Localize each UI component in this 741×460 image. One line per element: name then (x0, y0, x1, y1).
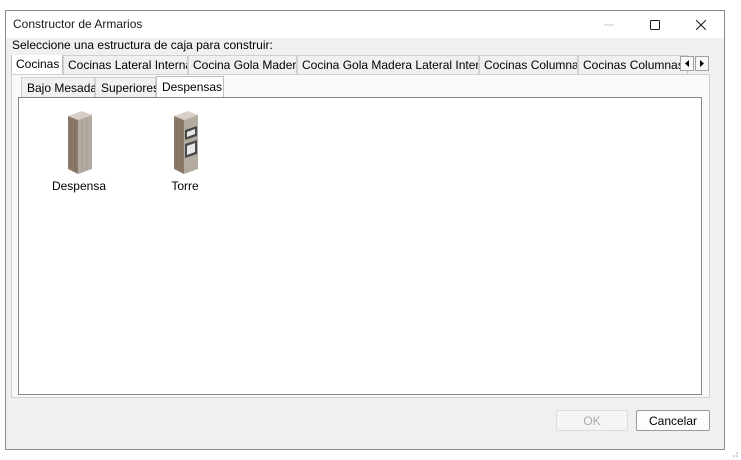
minimize-icon (604, 24, 614, 25)
close-button[interactable] (678, 11, 724, 38)
tab-cocina-gola-madera-lateral-interna[interactable]: Cocina Gola Madera Lateral Interna (297, 55, 479, 74)
tab-cocinas-columnas[interactable]: Cocinas Columnas (479, 55, 578, 74)
oven-tower-cabinet-icon (174, 111, 198, 174)
maximize-icon (650, 19, 660, 30)
tab-bajo-mesada[interactable]: Bajo Mesada (21, 77, 97, 97)
cancel-button[interactable]: Cancelar (636, 410, 710, 431)
tab-scroll-left-button[interactable] (680, 56, 694, 71)
arrow-right-icon (700, 60, 704, 67)
title-bar[interactable]: Constructor de Armarios (6, 11, 724, 38)
tab-despensas[interactable]: Despensas (156, 76, 224, 98)
instruction-label: Seleccione una estructura de caja para c… (12, 38, 273, 52)
tab-cocinas[interactable]: Cocinas (11, 55, 63, 74)
top-tab-strip: Cocinas Cocinas Lateral Interna Cocina G… (11, 55, 699, 74)
resize-grip-icon[interactable] (731, 450, 739, 458)
tab-cocinas-columnas-la[interactable]: Cocinas Columnas La (578, 55, 688, 74)
list-item-despensa[interactable]: Despensa (44, 110, 114, 193)
tab-scroll-right-button[interactable] (695, 56, 709, 71)
item-label-torre: Torre (171, 179, 199, 193)
arrow-left-icon (685, 60, 689, 67)
tab-cocinas-lateral-interna[interactable]: Cocinas Lateral Interna (63, 55, 188, 74)
close-icon (696, 19, 706, 30)
maximize-button[interactable] (632, 11, 678, 38)
minimize-button[interactable] (586, 11, 632, 38)
item-label-despensa: Despensa (51, 179, 107, 193)
tab-cocina-gola-madera[interactable]: Cocina Gola Madera (188, 55, 297, 74)
list-item-torre[interactable]: Torre (150, 110, 220, 193)
item-list-view: Despensa Torre (18, 97, 702, 395)
ok-button[interactable]: OK (556, 410, 628, 431)
window-title: Constructor de Armarios (13, 17, 143, 31)
tab-superiores[interactable]: Superiores (95, 77, 159, 97)
pantry-cabinet-icon (68, 111, 92, 174)
